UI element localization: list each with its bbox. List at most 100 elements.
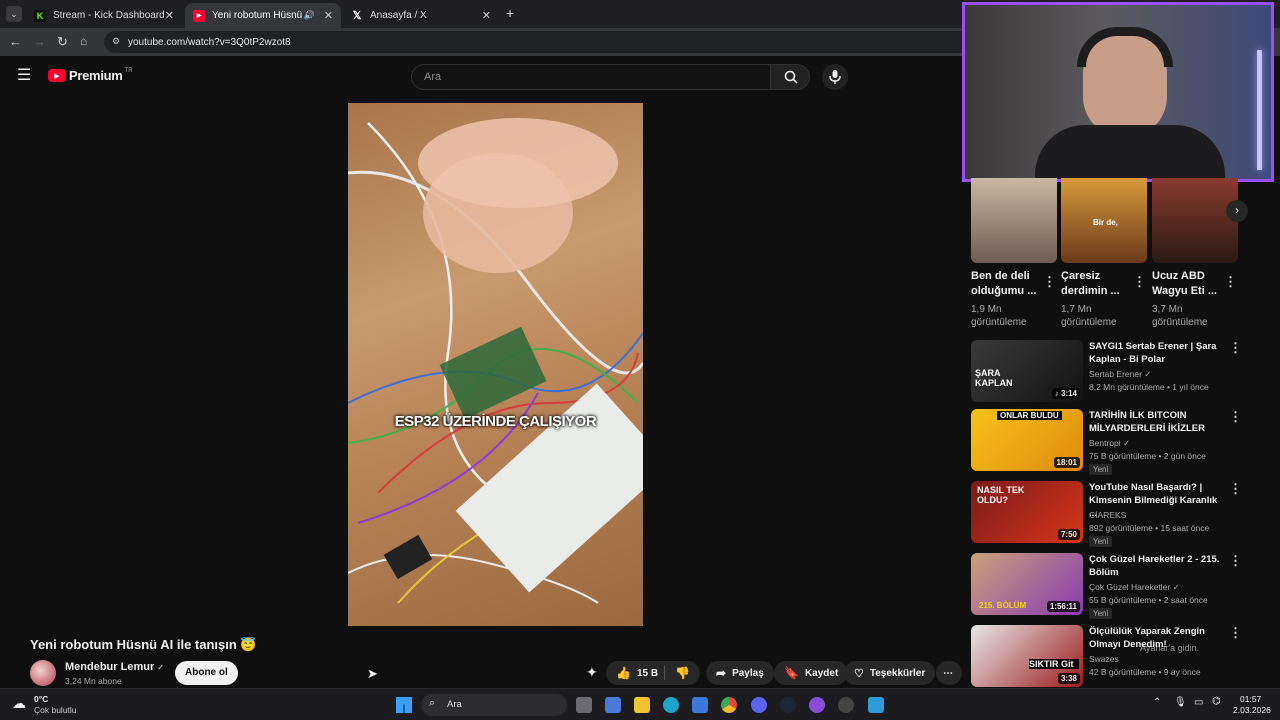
video-thumbnail[interactable]: ŞARA KAPLAN ♪ 3:14 [971, 340, 1083, 402]
shorts-next-button[interactable]: › [1226, 200, 1248, 222]
ai-sparkle-icon[interactable]: ✦ [586, 664, 598, 681]
microphone-tray-icon[interactable]: 🎙 [1174, 697, 1187, 708]
tab-list-dropdown-icon[interactable]: ⌄ [6, 6, 22, 22]
channel-name[interactable]: Çok Güzel Hareketler ✓ [1089, 582, 1180, 593]
video-title[interactable]: Çok Güzel Hareketler 2 - 215. Bölüm [1089, 553, 1227, 579]
steam-icon[interactable] [780, 697, 796, 713]
channel-name[interactable]: Mendebur Lemur ✓ [65, 661, 164, 673]
back-icon[interactable]: ← [9, 34, 22, 49]
video-thumbnail[interactable]: NASIL TEK OLDU? 7:50 [971, 481, 1083, 543]
chrome-icon[interactable] [721, 697, 737, 713]
discord-icon[interactable] [751, 697, 767, 713]
short-title[interactable]: Ben de deli olduğumu ... [971, 269, 1039, 299]
task-view-icon[interactable] [576, 697, 592, 713]
short-title[interactable]: Çaresiz derdimin ... [1061, 269, 1129, 299]
app-icon[interactable] [868, 697, 884, 713]
close-tab-icon[interactable]: ✕ [165, 9, 174, 22]
led-strip [1257, 50, 1262, 170]
site-info-icon[interactable]: ⚙ [112, 36, 120, 47]
youtube-logo[interactable]: ▶ Premium TR [48, 68, 133, 83]
network-tray-icon[interactable]: ⌬ [1212, 696, 1221, 707]
video-thumbnail[interactable]: ONLAR BULDU 18:01 [971, 409, 1083, 471]
video-thumbnail[interactable]: SIKTIR Git 3:38 [971, 625, 1083, 687]
short-views: 1,7 Mn görüntüleme [1061, 304, 1117, 328]
clock-time[interactable]: 01:57 [1240, 694, 1261, 704]
short-title[interactable]: Ucuz ABD Wagyu Eti ... [1152, 269, 1220, 299]
like-dislike-group: 👍 15 B 👎 [606, 661, 700, 685]
channel-name[interactable]: Sertab Erener ✓ [1089, 369, 1151, 380]
related-video[interactable]: 215. BÖLÜM 1:56:11 Çok Güzel Hareketler … [971, 553, 1242, 619]
video-title[interactable]: TARİHİN İLK BITCOIN MİLYARDERLERİ İKİZLE… [1089, 409, 1227, 435]
more-options-icon[interactable]: ⋮ [1229, 625, 1242, 641]
clock-date[interactable]: 2.03.2026 [1233, 705, 1271, 715]
menu-icon[interactable]: ☰ [17, 68, 31, 84]
short-card[interactable]: Ben de deli olduğumu ... 1,9 Mn görüntül… [971, 178, 1057, 329]
short-card[interactable]: Ucuz ABD Wagyu Eti ... 3,7 Mn görüntülem… [1152, 178, 1238, 329]
windows-start-icon[interactable] [396, 697, 412, 713]
video-thumbnail[interactable]: 215. BÖLÜM 1:56:11 [971, 553, 1083, 615]
more-options-icon[interactable]: ⋮ [1133, 274, 1146, 290]
app-icon[interactable] [838, 697, 854, 713]
duration-badge: 1:56:11 [1046, 601, 1080, 612]
new-tab-icon[interactable]: + [506, 5, 514, 21]
more-horizontal-icon: ⋯ [943, 667, 953, 679]
more-actions-button[interactable]: ⋯ [936, 661, 962, 685]
more-options-icon[interactable]: ⋮ [1229, 409, 1242, 425]
weather-icon[interactable]: ☁ [12, 695, 26, 712]
widgets-icon[interactable] [605, 697, 621, 713]
search-button[interactable] [770, 64, 810, 90]
mouse-cursor-icon: ➤ [367, 666, 378, 681]
tab-x-home[interactable]: 𝕏 Anasayfa / X ✕ [343, 3, 499, 28]
video-title[interactable]: SAYGI1 Sertab Erener | Şara Kaplan - Bi … [1089, 340, 1227, 366]
more-options-icon[interactable]: ⋮ [1043, 274, 1056, 290]
channel-avatar[interactable] [30, 660, 56, 686]
more-options-icon[interactable]: ⋮ [1224, 274, 1237, 290]
dislike-button[interactable]: 👎 [675, 666, 690, 680]
short-thumbnail[interactable] [1152, 178, 1238, 263]
edge-icon[interactable] [663, 697, 679, 713]
related-video[interactable]: ONLAR BULDU 18:01 TARİHİN İLK BITCOIN Mİ… [971, 409, 1242, 475]
related-video[interactable]: NASIL TEK OLDU? 7:50 YouTube Nasıl Başar… [971, 481, 1242, 547]
close-tab-icon[interactable]: ✕ [324, 9, 333, 22]
home-icon[interactable]: ⌂ [80, 34, 87, 48]
more-options-icon[interactable]: ⋮ [1229, 340, 1242, 356]
obs-icon[interactable] [809, 697, 825, 713]
duration-badge: 7:50 [1057, 529, 1080, 540]
voice-search-button[interactable] [822, 64, 848, 90]
file-explorer-icon[interactable] [634, 697, 650, 713]
channel-name[interactable]: Bentropi ✓ [1089, 438, 1130, 449]
related-video[interactable]: SIKTIR Git 3:38 Ölçülülük Yaparak Zengin… [971, 625, 1242, 689]
short-card[interactable]: Bir de, Çaresiz derdimin ... 1,7 Mn görü… [1061, 178, 1147, 329]
thanks-button[interactable]: ♡ Teşekkürler [844, 661, 936, 685]
more-options-icon[interactable]: ⋮ [1229, 553, 1242, 569]
close-tab-icon[interactable]: ✕ [482, 9, 491, 22]
display-tray-icon[interactable]: ▭ [1194, 697, 1203, 708]
verified-icon: ✓ [1144, 369, 1152, 379]
tab-youtube-video[interactable]: ▶ Yeni robotum Hüsnü AI ile t 🔊 ✕ [185, 3, 341, 28]
divider [664, 666, 665, 680]
channel-name[interactable]: CİAREKS [1089, 510, 1126, 520]
reload-icon[interactable]: ↻ [57, 34, 68, 50]
weather-temp: 0°C [34, 694, 49, 704]
save-button[interactable]: 🔖 Kaydet [774, 661, 849, 685]
subscribe-button[interactable]: Abone ol [175, 661, 238, 685]
related-video[interactable]: ŞARA KAPLAN ♪ 3:14 SAYGI1 Sertab Erener … [971, 340, 1242, 404]
like-button[interactable]: 👍 15 B [606, 666, 664, 680]
microphone-icon [829, 70, 841, 84]
short-thumbnail[interactable] [971, 178, 1057, 263]
tray-chevron-icon[interactable]: ⌃ [1153, 697, 1161, 708]
duration-badge: 18:01 [1053, 457, 1080, 468]
more-options-icon[interactable]: ⋮ [1229, 481, 1242, 497]
forward-icon[interactable]: → [33, 34, 46, 49]
speaker-icon[interactable]: 🔊 [304, 10, 315, 21]
search-input[interactable]: Ara [411, 64, 771, 90]
short-thumbnail[interactable]: Bir de, [1061, 178, 1147, 263]
share-button[interactable]: ➦ Paylaş [706, 661, 774, 685]
address-bar[interactable]: ⚙ youtube.com/watch?v=3Q0tP2wzot8 [104, 31, 1004, 53]
new-badge: Yeni [1089, 464, 1113, 475]
channel-name[interactable]: Swazes [1089, 654, 1119, 664]
store-icon[interactable] [692, 697, 708, 713]
tab-kick-dashboard[interactable]: K Stream - Kick Dashboard ✕ [26, 3, 182, 28]
video-player[interactable]: ESP32 ÜZERİNDE ÇALIŞIYOR [348, 103, 643, 626]
taskbar-search[interactable]: ⌕ Ara [421, 694, 567, 716]
